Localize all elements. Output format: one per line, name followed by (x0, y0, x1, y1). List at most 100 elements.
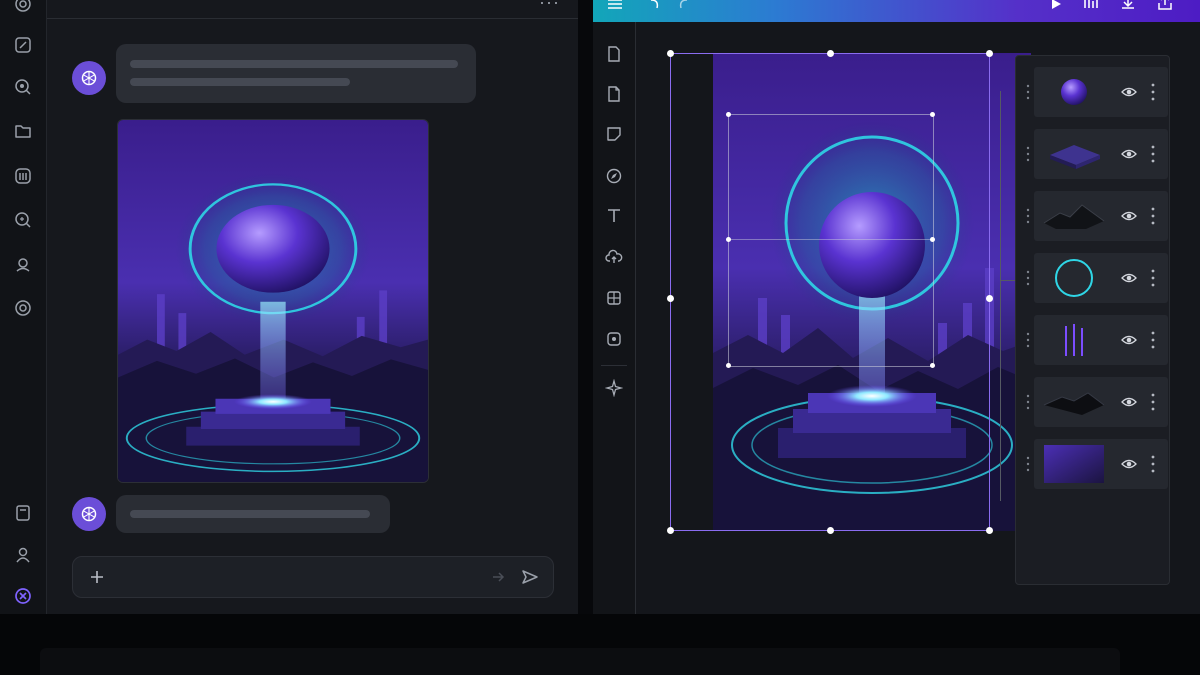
layer-row-ring[interactable] (1026, 253, 1168, 303)
layer-menu-icon[interactable] (1151, 82, 1155, 102)
inner-selection-box (728, 114, 934, 367)
layer-row-light-beams[interactable] (1026, 315, 1168, 365)
chat-sidebar (0, 0, 47, 614)
layers-panel (1015, 55, 1170, 585)
sphere-thumb (1042, 71, 1106, 113)
text-icon[interactable] (605, 207, 623, 225)
waveform-icon[interactable] (1083, 0, 1099, 10)
redo-icon[interactable] (677, 0, 691, 10)
assistant-logo-icon (81, 506, 97, 522)
sticker-icon[interactable] (605, 125, 623, 143)
plus-icon[interactable] (89, 569, 105, 585)
drag-handle-icon[interactable] (1026, 208, 1030, 224)
drag-handle-icon[interactable] (1026, 146, 1030, 162)
layer-menu-icon[interactable] (1151, 454, 1155, 474)
document-icon[interactable] (605, 85, 623, 103)
resize-handle-se[interactable] (986, 527, 993, 534)
layer-row-platform[interactable] (1026, 129, 1168, 179)
download-icon[interactable] (1120, 0, 1136, 10)
folder-icon[interactable] (13, 121, 33, 141)
eye-icon[interactable] (1121, 270, 1137, 286)
inner-handle[interactable] (726, 237, 731, 242)
eye-icon[interactable] (1121, 146, 1137, 162)
sparkle-icon[interactable] (605, 379, 623, 397)
library-icon[interactable] (13, 166, 33, 186)
drag-handle-icon[interactable] (1026, 84, 1030, 100)
search-icon[interactable] (13, 77, 33, 97)
eye-icon[interactable] (1121, 208, 1137, 224)
assistant-avatar (72, 61, 106, 95)
drag-handle-icon[interactable] (1026, 270, 1030, 286)
inner-handle[interactable] (726, 363, 731, 368)
layer-menu-icon[interactable] (1151, 144, 1155, 164)
drag-handle-icon[interactable] (1026, 456, 1030, 472)
grid-icon[interactable] (605, 289, 623, 307)
layer-row-mountains[interactable] (1026, 191, 1168, 241)
layer-menu-icon[interactable] (1151, 206, 1155, 226)
editor-window (593, 0, 1200, 614)
layer-row-background[interactable] (1026, 439, 1168, 489)
drag-handle-icon[interactable] (1026, 394, 1030, 410)
background-thumb (1042, 443, 1106, 485)
assistant-logo-icon (81, 70, 97, 86)
upload-icon[interactable] (13, 255, 33, 275)
profile-icon[interactable] (13, 545, 33, 565)
layer-menu-icon[interactable] (1151, 392, 1155, 412)
resize-handle-n[interactable] (827, 50, 834, 57)
compass-icon[interactable] (605, 167, 623, 185)
resize-handle-w[interactable] (667, 295, 674, 302)
arrow-icon (491, 570, 505, 584)
layer-row-terrain[interactable] (1026, 377, 1168, 427)
close-circle-icon[interactable] (13, 586, 33, 606)
resize-handle-e[interactable] (986, 295, 993, 302)
play-icon[interactable] (1049, 0, 1063, 11)
text-placeholder-line (130, 78, 350, 86)
guide-line (1000, 91, 1001, 501)
inner-handle[interactable] (930, 363, 935, 368)
assistant-avatar (72, 497, 106, 531)
canvas-area[interactable] (636, 22, 1056, 614)
keyboard (40, 648, 1120, 675)
chat-window: ··· (0, 0, 578, 614)
ring-thumb (1042, 257, 1106, 299)
settings-icon[interactable] (13, 298, 33, 318)
notes-icon[interactable] (13, 503, 33, 523)
beams-thumb (1042, 319, 1106, 361)
resize-handle-ne[interactable] (986, 50, 993, 57)
undo-icon[interactable] (647, 0, 661, 10)
file-icon[interactable] (605, 45, 623, 63)
more-options-button[interactable]: ··· (539, 0, 560, 13)
tool-rail (593, 22, 636, 614)
send-icon[interactable] (521, 568, 539, 586)
share-icon[interactable] (1157, 0, 1173, 10)
explore-icon[interactable] (13, 210, 33, 230)
selection-edge (989, 53, 990, 531)
resize-handle-sw[interactable] (667, 527, 674, 534)
eye-icon[interactable] (1121, 332, 1137, 348)
layer-menu-icon[interactable] (1151, 330, 1155, 350)
menu-icon[interactable] (607, 0, 623, 10)
eye-icon[interactable] (1121, 394, 1137, 410)
eye-icon[interactable] (1121, 456, 1137, 472)
tool-divider (601, 365, 627, 366)
selection-edge (670, 53, 671, 531)
drag-handle-icon[interactable] (1026, 332, 1030, 348)
layer-menu-icon[interactable] (1151, 268, 1155, 288)
inner-handle[interactable] (930, 112, 935, 117)
text-placeholder-line (130, 60, 458, 68)
inner-selection-guide (728, 239, 932, 240)
editor-toolbar (593, 0, 1200, 22)
message-composer[interactable] (72, 556, 554, 598)
generated-image[interactable] (117, 119, 429, 483)
cloud-upload-icon[interactable] (605, 248, 623, 266)
eye-icon[interactable] (1121, 84, 1137, 100)
media-icon[interactable] (605, 330, 623, 348)
resize-handle-s[interactable] (827, 527, 834, 534)
layer-row-sphere[interactable] (1026, 67, 1168, 117)
logo-icon[interactable] (13, 0, 33, 14)
inner-handle[interactable] (726, 112, 731, 117)
inner-handle[interactable] (930, 237, 935, 242)
edit-icon[interactable] (13, 35, 33, 55)
resize-handle-nw[interactable] (667, 50, 674, 57)
mountains-thumb (1042, 195, 1106, 237)
